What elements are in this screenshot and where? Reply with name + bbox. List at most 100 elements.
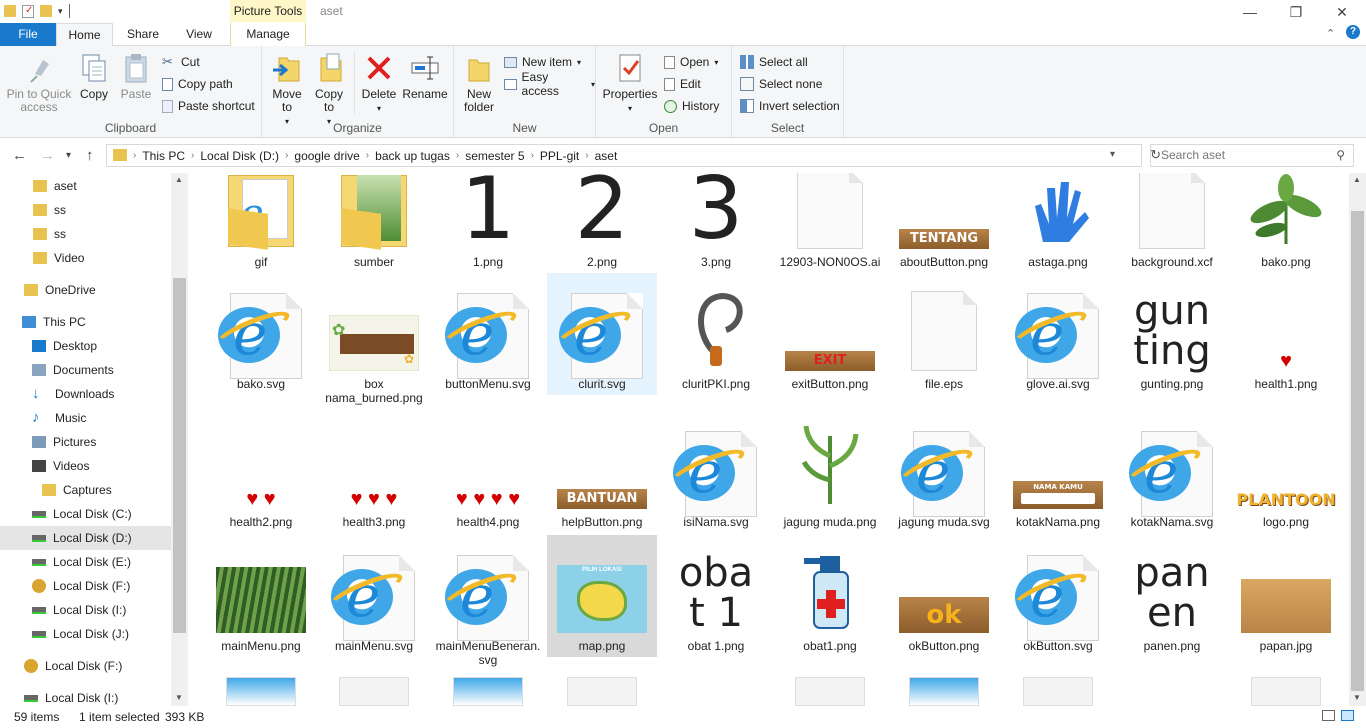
nav-item[interactable]: Local Disk (I:) [0, 598, 172, 622]
tab-view[interactable]: View [174, 23, 224, 46]
file-item[interactable]: jagung muda.png [775, 416, 885, 533]
tab-manage[interactable]: Manage [230, 23, 306, 46]
file-item-partial[interactable] [661, 677, 771, 706]
file-item[interactable]: BANTUAN helpButton.png [547, 416, 657, 533]
file-item-partial[interactable] [775, 677, 885, 706]
file-item[interactable]: cluritPKI.png [661, 273, 771, 395]
nav-item[interactable]: This PC [0, 310, 172, 334]
breadcrumb-item[interactable]: PPL-git [540, 149, 579, 163]
nav-item[interactable]: Local Disk (I:) [0, 686, 172, 706]
large-icons-view-icon[interactable] [1341, 710, 1354, 721]
file-item[interactable]: 1 1.png [433, 173, 543, 273]
breadcrumb-item[interactable]: semester 5 [465, 149, 524, 163]
file-item[interactable]: astaga.png [1003, 173, 1113, 273]
nav-item[interactable]: Local Disk (C:) [0, 502, 172, 526]
file-item[interactable]: NAMA KAMU kotakNama.png [1003, 416, 1113, 533]
new-item-button[interactable]: New item ▾ [504, 52, 581, 72]
forward-button[interactable]: → [40, 147, 55, 164]
file-item[interactable]: sumber [319, 173, 429, 273]
file-item[interactable]: gun ting gunting.png [1117, 273, 1227, 395]
new-folder-button[interactable]: New folder [460, 52, 498, 114]
minimize-button[interactable]: — [1227, 2, 1273, 22]
nav-item[interactable]: aset [0, 174, 172, 198]
search-input[interactable]: Search aset ⚲ [1150, 144, 1354, 167]
breadcrumb-item[interactable]: google drive [294, 149, 359, 163]
file-item[interactable]: mainMenu.png [206, 535, 316, 657]
nav-item[interactable]: Local Disk (D:) [0, 526, 172, 550]
file-item[interactable]: background.xcf [1117, 173, 1227, 273]
file-item-partial[interactable] [1003, 677, 1113, 706]
nav-item[interactable]: Captures [0, 478, 172, 502]
easy-access-button[interactable]: Easy access ▾ [504, 70, 595, 98]
file-item[interactable]: 3 3.png [661, 173, 771, 273]
file-item[interactable]: ♥ ♥ ♥ health3.png [319, 416, 429, 533]
nav-item[interactable]: Local Disk (E:) [0, 550, 172, 574]
select-none-button[interactable]: Select none [740, 74, 822, 94]
edit-button[interactable]: Edit [664, 74, 701, 94]
tab-home[interactable]: Home [56, 23, 113, 47]
paste-button[interactable]: Paste [116, 52, 156, 101]
file-item[interactable]: e kotakNama.svg [1117, 416, 1227, 533]
collapse-ribbon-icon[interactable]: ⌃ [1326, 27, 1335, 40]
nav-item[interactable]: Local Disk (J:) [0, 622, 172, 646]
file-item[interactable]: ♥ ♥ ♥ ♥ health4.png [433, 416, 543, 533]
nav-item[interactable]: Local Disk (F:) [0, 654, 172, 678]
scroll-up-icon[interactable]: ▲ [175, 175, 183, 184]
file-item-partial[interactable] [547, 677, 657, 706]
nav-item[interactable]: Pictures [0, 430, 172, 454]
open-button[interactable]: Open ▾ [664, 52, 718, 72]
nav-item[interactable]: Local Disk (F:) [0, 574, 172, 598]
nav-scrollbar-thumb[interactable] [173, 278, 186, 633]
content-scrollbar-thumb[interactable] [1351, 211, 1364, 691]
file-item[interactable]: file.eps [889, 273, 999, 395]
nav-item[interactable]: Videos [0, 454, 172, 478]
file-item[interactable]: 12903-NON0OS.ai [775, 173, 885, 273]
file-item[interactable]: ✿ ✿ box nama_burned.png [319, 273, 429, 405]
file-item[interactable]: e jagung muda.svg [889, 416, 999, 533]
file-item[interactable]: e okButton.svg [1003, 535, 1113, 657]
file-item-partial[interactable] [206, 677, 316, 706]
content-scrollbar[interactable]: ▲ ▼ [1349, 173, 1366, 706]
file-item-partial[interactable] [1231, 677, 1341, 706]
scroll-up-icon[interactable]: ▲ [1353, 175, 1361, 184]
file-item-partial[interactable] [889, 677, 999, 706]
restore-button[interactable]: ❐ [1273, 2, 1319, 22]
pin-button[interactable]: Pin to Quick access [4, 52, 74, 114]
recent-locations-icon[interactable]: ▾ [66, 150, 71, 161]
breadcrumb-item[interactable]: back up tugas [375, 149, 450, 163]
nav-scrollbar[interactable]: ▲ ▼ [171, 173, 188, 706]
file-item[interactable]: e mainMenuBeneran.svg [433, 535, 543, 667]
file-item[interactable]: e mainMenu.svg [319, 535, 429, 657]
rename-button[interactable]: Rename [402, 52, 448, 101]
delete-button[interactable]: Delete ▾ [360, 52, 398, 115]
move-to-button[interactable]: Move to ▾ [268, 52, 306, 128]
details-view-icon[interactable] [1322, 710, 1335, 721]
back-button[interactable]: ← [12, 147, 27, 164]
history-button[interactable]: History [664, 96, 719, 116]
select-all-button[interactable]: Select all [740, 52, 808, 72]
file-item[interactable]: EXIT exitButton.png [775, 273, 885, 395]
new-folder-icon[interactable] [40, 5, 52, 17]
copy-button[interactable]: Copy [76, 52, 112, 101]
breadcrumb-item[interactable]: Local Disk (D:) [200, 149, 279, 163]
file-item[interactable]: e bako.svg [206, 273, 316, 395]
nav-item[interactable]: ♪ Music [0, 406, 172, 430]
file-item[interactable]: obat1.png [775, 535, 885, 657]
file-item[interactable]: ♥ health1.png [1231, 273, 1341, 395]
file-item[interactable]: e isiNama.svg [661, 416, 771, 533]
file-item-partial[interactable] [433, 677, 543, 706]
scroll-down-icon[interactable]: ▼ [1353, 693, 1361, 702]
scroll-down-icon[interactable]: ▼ [175, 693, 183, 702]
file-item[interactable]: PLANTOON logo.png [1231, 416, 1341, 533]
properties-button[interactable]: Properties ▾ [602, 52, 658, 115]
file-item[interactable]: pan en panen.png [1117, 535, 1227, 657]
file-item[interactable]: papan.jpg [1231, 535, 1341, 657]
invert-selection-button[interactable]: Invert selection [740, 96, 840, 116]
nav-item[interactable]: ss [0, 198, 172, 222]
file-item[interactable]: 2 2.png [547, 173, 657, 273]
copy-to-button[interactable]: Copy to ▾ [310, 52, 348, 128]
close-button[interactable]: ✕ [1319, 2, 1365, 22]
tab-share[interactable]: Share [118, 23, 168, 46]
paste-shortcut-button[interactable]: Paste shortcut [162, 96, 255, 116]
customize-qat-icon[interactable]: ▾ [58, 6, 63, 17]
